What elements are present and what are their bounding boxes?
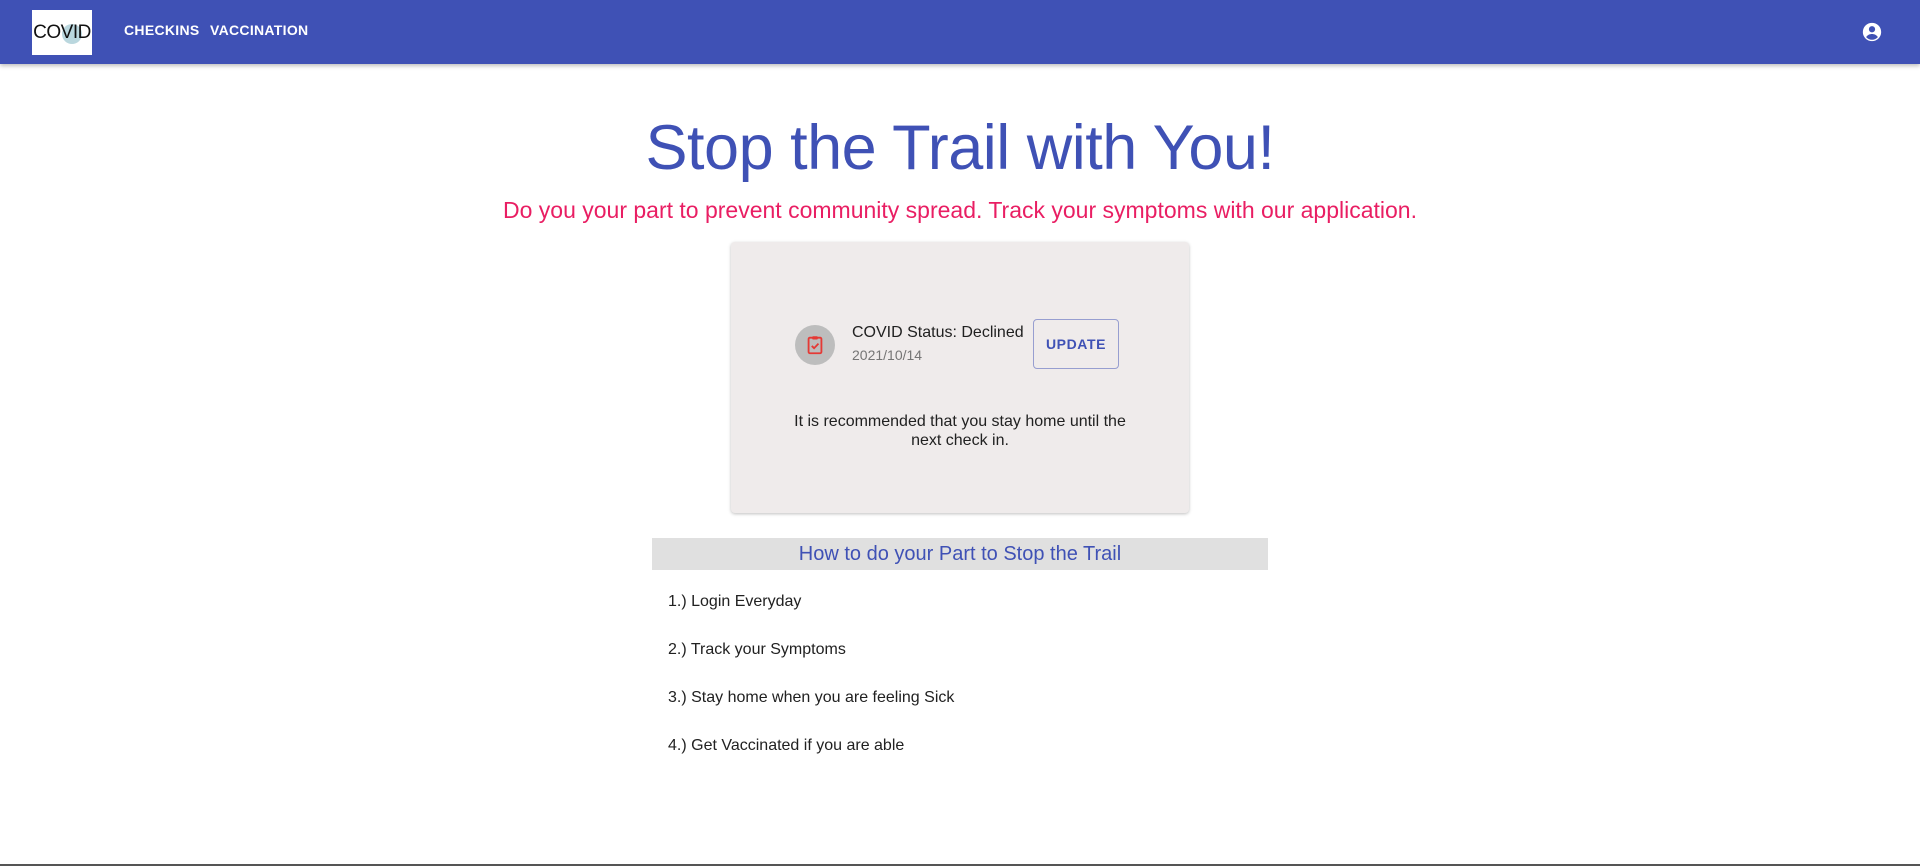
status-card: COVID Status: Declined 2021/10/14 UPDATE… (731, 242, 1189, 513)
list-item: 3.) Stay home when you are feeling Sick (668, 689, 955, 706)
covid-logo[interactable]: COVID (32, 10, 92, 55)
account-circle-icon[interactable] (1861, 21, 1883, 43)
howto-header: How to do your Part to Stop the Trail (652, 538, 1268, 570)
app-bar: COVID CHECKINS VACCINATION (0, 0, 1920, 64)
nav-checkins[interactable]: CHECKINS (124, 22, 200, 38)
clipboard-check-icon (795, 325, 835, 365)
list-item: 1.) Login Everyday (668, 593, 802, 610)
nav-vaccination[interactable]: VACCINATION (210, 22, 308, 38)
covid-status: COVID Status: Declined (852, 324, 1024, 341)
page-title: Stop the Trail with You! (645, 113, 1275, 183)
list-item: 4.) Get Vaccinated if you are able (668, 737, 905, 754)
status-date: 2021/10/14 (852, 347, 923, 363)
logo-text: COVID (33, 21, 91, 43)
update-button[interactable]: UPDATE (1033, 319, 1119, 369)
list-item: 2.) Track your Symptoms (668, 641, 846, 658)
recommendation-text: It is recommended that you stay home unt… (794, 413, 1126, 449)
page-subtitle: Do you your part to prevent community sp… (502, 197, 1417, 223)
